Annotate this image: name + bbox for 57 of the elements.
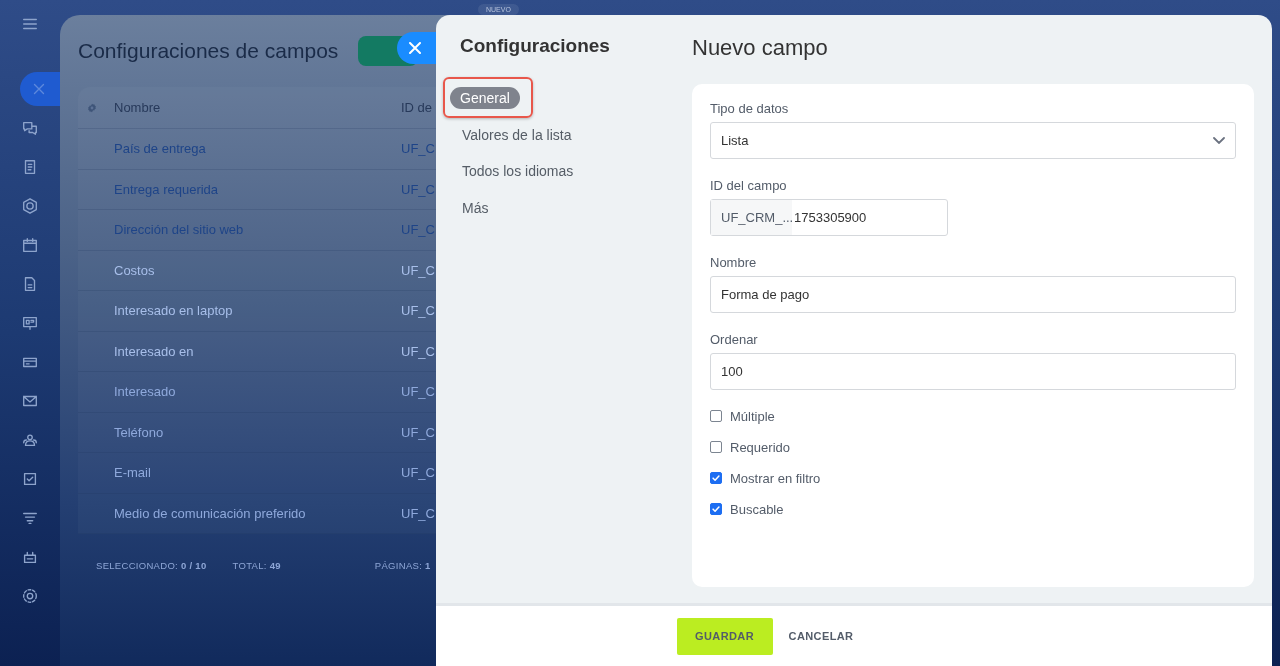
id-prefix: UF_CRM_... (711, 200, 792, 235)
table-cell: UF_C (401, 465, 435, 481)
field-label: ID del campo (710, 178, 788, 193)
field-link[interactable]: E-mail (114, 465, 401, 481)
checkbox-label: Buscable (730, 501, 784, 517)
checkbox-label: Múltiple (730, 408, 775, 424)
close-icon (409, 42, 421, 54)
checkbox-label: Mostrar en filtro (730, 470, 821, 486)
table-cell: UF_C (401, 505, 435, 521)
checkbox[interactable] (710, 472, 722, 484)
checkbox[interactable] (710, 503, 722, 515)
column-header: Nombre (114, 100, 162, 115)
checkbox-icon[interactable] (21, 470, 39, 488)
table-cell: UF_C (401, 141, 435, 157)
column-header: ID de (401, 100, 433, 115)
table-cell: UF_C (401, 343, 435, 359)
text-field[interactable]: Forma de pago (710, 276, 1236, 313)
checkbox-label: Requerido (730, 439, 790, 455)
menu-item[interactable]: Valores de la lista (450, 123, 584, 146)
table-cell: UF_C (401, 424, 435, 440)
cancel-button[interactable]: CANCELAR (780, 617, 862, 655)
footer-stat: TOTAL: 49 (232, 560, 281, 571)
close-button[interactable] (397, 32, 436, 64)
table-cell: UF_C (401, 303, 435, 319)
text-field[interactable]: 100 (710, 353, 1236, 390)
table-cell: UF_C (401, 384, 435, 400)
field-link[interactable]: Medio de comunicación preferido (114, 505, 401, 521)
field-link[interactable]: Interesado (114, 384, 401, 400)
people-icon[interactable] (21, 431, 39, 449)
table-cell: UF_C (401, 262, 435, 278)
chat-icon[interactable] (21, 119, 39, 137)
menu-item[interactable]: General (450, 87, 520, 110)
select-field[interactable]: Lista (710, 122, 1236, 159)
calendar-icon[interactable] (21, 236, 39, 254)
panel-title: Nuevo campo (692, 35, 829, 62)
chevron-down-icon (1213, 137, 1225, 144)
field-link[interactable]: Interesado en (114, 343, 401, 359)
field-link[interactable]: Costos (114, 262, 401, 278)
field-label: Tipo de datos (710, 101, 790, 116)
hexagon-icon[interactable] (21, 197, 39, 215)
field-label: Nombre (710, 255, 758, 270)
save-button[interactable]: GUARDAR (676, 617, 773, 655)
board-icon[interactable] (21, 314, 39, 332)
footer-stat: PÁGINAS: 1 (374, 560, 431, 571)
footer-stat: SELECCIONADO: 0 / 10 (96, 560, 207, 571)
gear-icon[interactable] (21, 587, 39, 605)
sidebar-title: Configuraciones (459, 35, 611, 58)
table-cell: UF_C (401, 181, 435, 197)
id-input[interactable]: 1753305900 (792, 210, 867, 225)
field-link[interactable]: Teléfono (114, 424, 401, 440)
field-link[interactable]: Interesado en laptop (114, 303, 401, 319)
checkbox[interactable] (710, 441, 722, 453)
page-title: Configuraciones de campos (78, 39, 339, 63)
checkbox[interactable] (710, 410, 722, 422)
field-label: Ordenar (710, 332, 759, 347)
menu-item[interactable]: Más (450, 196, 501, 219)
menu-item[interactable]: Todos los idiomas (450, 160, 586, 183)
